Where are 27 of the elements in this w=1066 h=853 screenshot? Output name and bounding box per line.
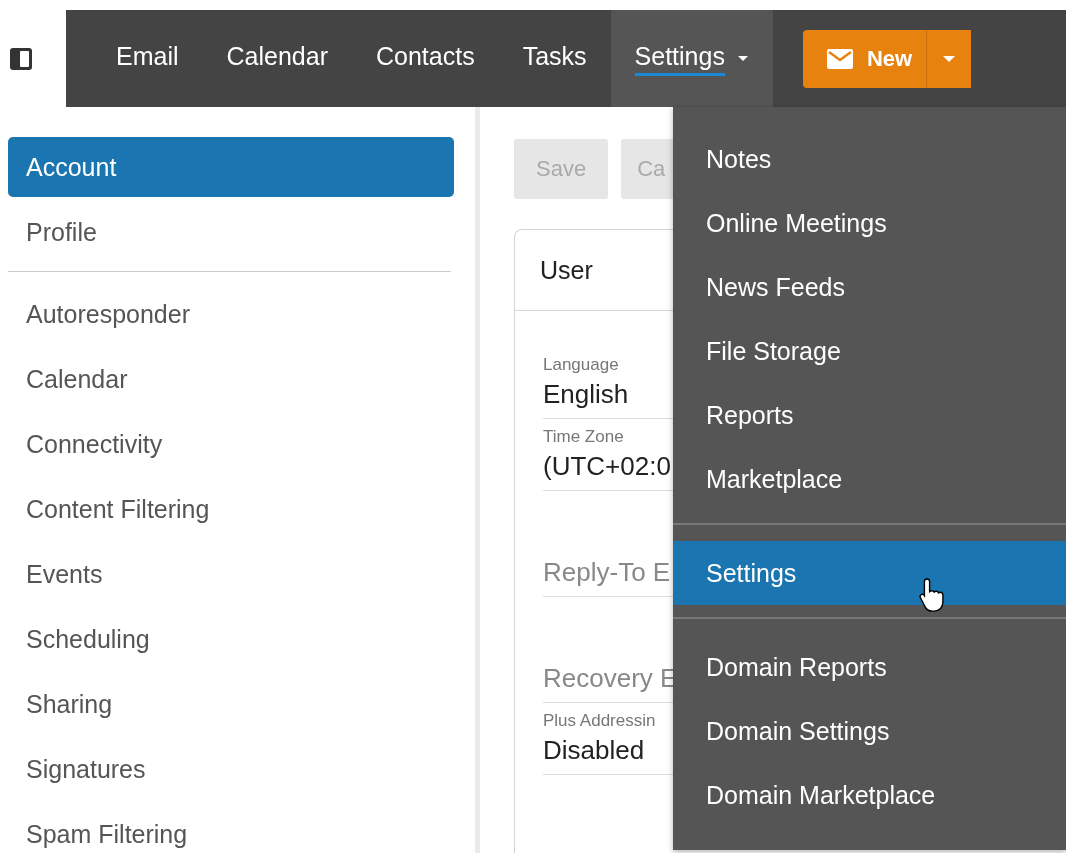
caret-icon [942, 54, 957, 63]
nav-tab[interactable]: Settings [610, 10, 773, 107]
field-label: Time Zone [543, 427, 625, 447]
nav-tab[interactable]: Tasks [498, 10, 611, 107]
envelope-icon [826, 48, 853, 69]
field-value: (UTC+02:0 [543, 451, 672, 482]
sidebar-item[interactable]: Calendar [8, 349, 454, 409]
sidebar-item[interactable]: Autoresponder [8, 284, 454, 344]
sidebar-item[interactable]: Content Filtering [8, 479, 454, 539]
sidebar-item[interactable]: Signatures [8, 739, 454, 799]
sidebar-item[interactable]: Sharing [8, 674, 454, 734]
nav-tab[interactable]: Email [92, 10, 203, 107]
dropdown-button[interactable] [927, 29, 972, 88]
nav-tab[interactable]: Calendar [202, 10, 352, 107]
field-value: English [543, 379, 630, 410]
sidebar-item[interactable]: Profile [8, 202, 454, 262]
nav-tab[interactable]: Contacts [351, 10, 499, 107]
sidebar-item[interactable]: Scheduling [8, 609, 454, 669]
field-value: Disabled [543, 735, 646, 766]
pointer-cursor-icon [919, 577, 947, 613]
sidebar-toggle-icon[interactable] [8, 45, 34, 72]
sidebar-item[interactable]: Connectivity [8, 414, 454, 474]
sidebar-item[interactable]: Account [8, 137, 454, 197]
sidebar-item[interactable]: Events [8, 544, 454, 604]
field-label: Plus Addressin [543, 711, 657, 731]
sidebar-item[interactable]: Spam Filtering [8, 804, 454, 853]
field-label: Language [543, 355, 620, 375]
